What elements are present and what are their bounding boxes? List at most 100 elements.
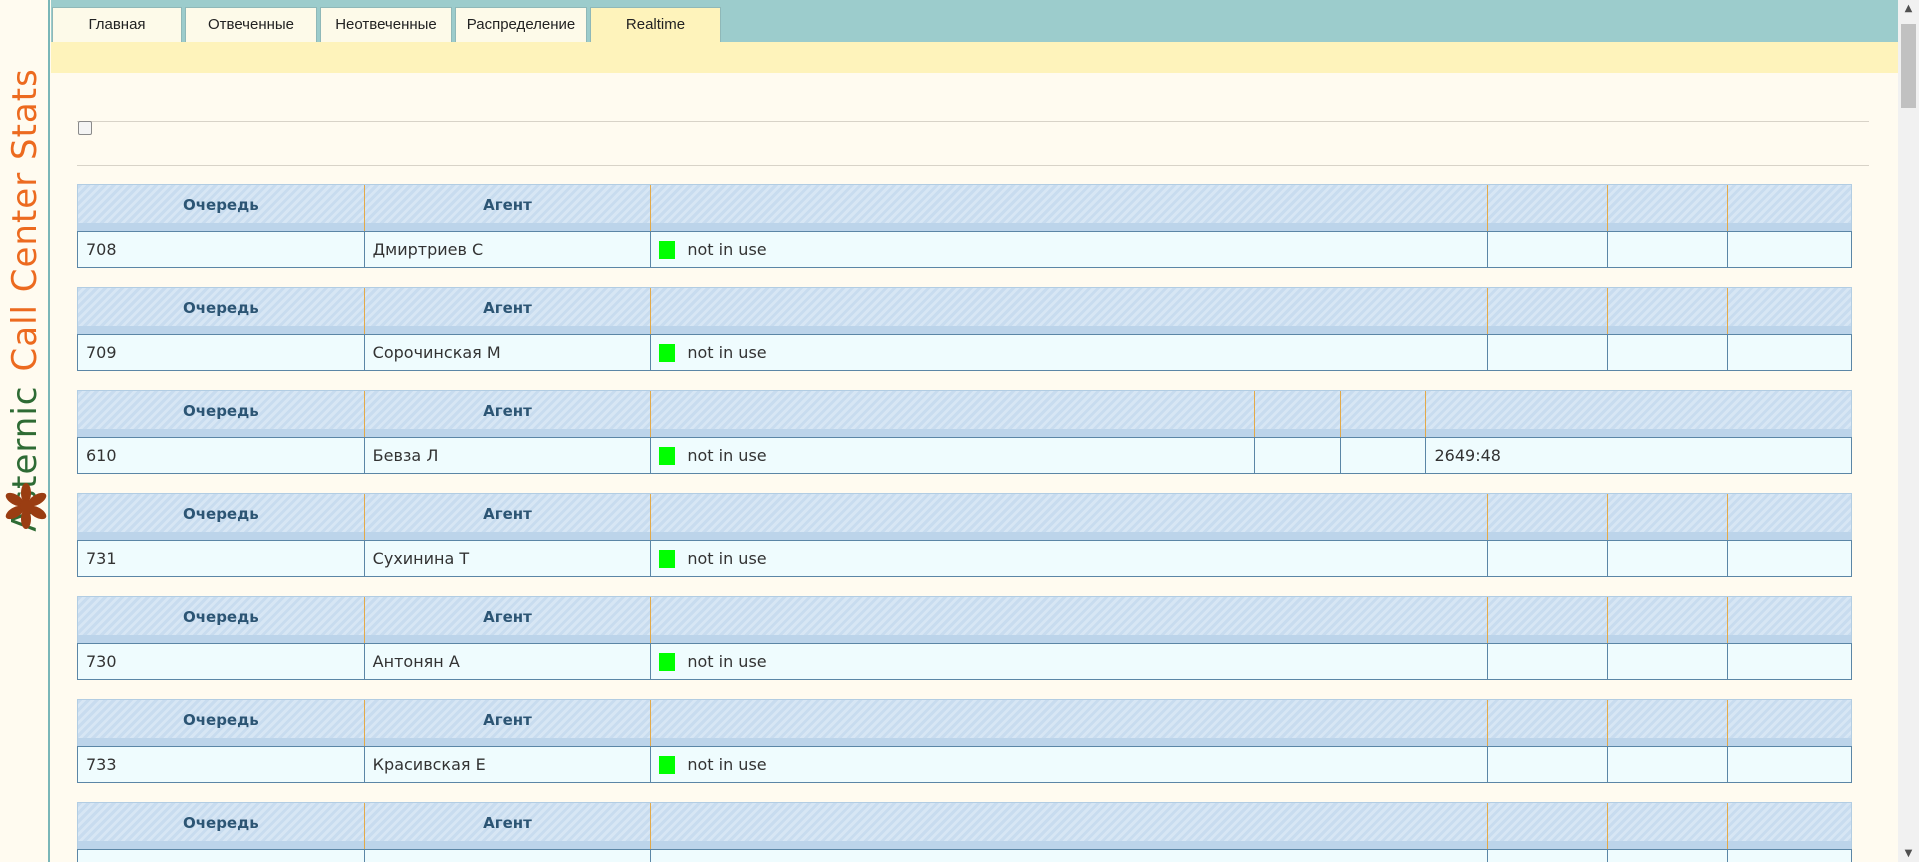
status-cell: not in use <box>651 438 1255 473</box>
column-header <box>1728 597 1851 643</box>
agent-cell: Дмиртриев С <box>365 232 652 267</box>
table-header-row: Очередь Агент <box>77 390 1852 437</box>
column-header <box>1488 803 1609 849</box>
extra-cell <box>1608 541 1729 576</box>
table-row: 730 Антонян А not in use <box>77 643 1852 680</box>
column-header-queue: Очередь <box>78 494 365 540</box>
column-header-queue: Очередь <box>78 288 365 334</box>
column-header <box>651 803 1489 849</box>
column-header <box>1488 185 1609 231</box>
column-header-agent: Агент <box>365 494 652 540</box>
column-header <box>1426 391 1851 437</box>
extra-cell <box>1728 541 1851 576</box>
column-header <box>651 700 1489 746</box>
table-row <box>77 849 1852 862</box>
column-header <box>1488 288 1609 334</box>
status-indicator <box>659 755 676 774</box>
agent-cell <box>365 850 652 862</box>
tab-unanswered[interactable]: Неотвеченные <box>320 7 452 42</box>
brand-logo-text: AsternicCall Center Stats <box>5 68 45 532</box>
agent-table: Очередь Агент 730 Антонян А not in use <box>77 596 1852 680</box>
table-header-row: Очередь Агент <box>77 493 1852 540</box>
tab-main[interactable]: Главная <box>52 7 182 42</box>
column-header-queue: Очередь <box>78 597 365 643</box>
column-header-queue: Очередь <box>78 700 365 746</box>
status-text: not in use <box>687 343 767 362</box>
column-header <box>1728 288 1851 334</box>
column-header <box>1255 391 1341 437</box>
arrow-up-icon[interactable]: ▲ <box>1898 0 1919 17</box>
extra-cell <box>1488 747 1609 782</box>
status-indicator <box>659 446 676 465</box>
divider <box>77 165 1869 166</box>
status-cell: not in use <box>651 747 1489 782</box>
status-indicator <box>659 240 676 259</box>
queue-cell: 730 <box>78 644 365 679</box>
agent-table: Очередь Агент 708 Дмиртриев С not in use <box>77 184 1852 268</box>
column-header-agent: Агент <box>365 185 652 231</box>
status-text: not in use <box>687 652 767 671</box>
extra-cell <box>1488 644 1609 679</box>
tab-answered[interactable]: Отвеченные <box>185 7 317 42</box>
agent-cell: Сорочинская М <box>365 335 652 370</box>
extra-cell <box>1608 232 1729 267</box>
extra-cell <box>1341 438 1427 473</box>
column-header-agent: Агент <box>365 803 652 849</box>
status-cell: not in use <box>651 335 1489 370</box>
column-header-queue: Очередь <box>78 391 365 437</box>
column-header <box>1728 803 1851 849</box>
queue-cell: 610 <box>78 438 365 473</box>
status-text: not in use <box>687 755 767 774</box>
column-header <box>651 391 1255 437</box>
extra-cell <box>1488 232 1609 267</box>
arrow-down-icon[interactable]: ▼ <box>1898 845 1919 862</box>
column-header-queue: Очередь <box>78 803 365 849</box>
agent-table: Очередь Агент <box>77 802 1852 862</box>
queue-cell: 708 <box>78 232 365 267</box>
option-checkbox[interactable] <box>78 121 92 135</box>
table-row: 708 Дмиртриев С not in use <box>77 231 1852 268</box>
column-header <box>651 597 1489 643</box>
realtime-panel: Очередь Агент 708 Дмиртриев Сnot in use Очер… <box>51 73 1898 862</box>
column-header <box>651 494 1489 540</box>
vertical-scrollbar[interactable]: ▲ ▼ <box>1898 0 1919 862</box>
agent-table: Очередь Агент 733 Красивская Е not in use <box>77 699 1852 783</box>
extra-cell: 2649:48 <box>1434 446 1501 465</box>
table-header-row: Очередь Агент <box>77 596 1852 643</box>
column-header <box>1728 185 1851 231</box>
column-header <box>1608 494 1729 540</box>
column-header <box>1728 494 1851 540</box>
status-indicator <box>659 652 676 671</box>
extra-cell <box>1255 438 1341 473</box>
column-header <box>1608 700 1729 746</box>
agent-table: Очередь Агент 610 Бевза Л not in use 2649:48 <box>77 390 1852 474</box>
column-header <box>1608 185 1729 231</box>
extra-cell <box>1728 232 1851 267</box>
column-header <box>1488 597 1609 643</box>
table-header-row: Очередь Агент <box>77 184 1852 231</box>
column-header-agent: Агент <box>365 700 652 746</box>
brand-strip: AsternicCall Center Stats <box>0 0 50 862</box>
status-cell <box>651 850 1489 862</box>
extra-cell <box>1488 850 1609 862</box>
status-cell: not in use <box>651 541 1489 576</box>
extra-cell <box>1728 335 1851 370</box>
status-text: not in use <box>687 446 767 465</box>
column-header <box>651 288 1489 334</box>
column-header <box>1488 494 1609 540</box>
status-cell: not in use <box>651 232 1489 267</box>
tab-distribution[interactable]: Распределение <box>455 7 587 42</box>
tab-realtime[interactable]: Realtime <box>590 7 721 42</box>
table-row: 610 Бевза Л not in use 2649:48 <box>77 437 1852 474</box>
extra-cell <box>1488 335 1609 370</box>
status-indicator <box>659 549 676 568</box>
column-header <box>1728 700 1851 746</box>
queue-cell: 731 <box>78 541 365 576</box>
table-header-row: Очередь Агент <box>77 699 1852 746</box>
scrollbar-thumb[interactable] <box>1901 24 1916 108</box>
extra-cell <box>1728 644 1851 679</box>
agent-tables: Очередь Агент 708 Дмиртриев Сnot in use Очер… <box>77 184 1852 862</box>
column-header <box>1341 391 1427 437</box>
queue-cell: 709 <box>78 335 365 370</box>
status-cell: not in use <box>651 644 1489 679</box>
